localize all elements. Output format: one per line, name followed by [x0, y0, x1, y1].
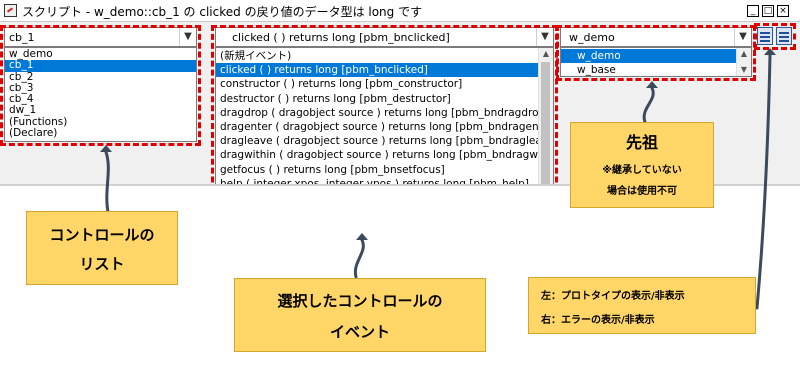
buttons-callout: 左：プロトタイプの表示/非表示 右：エラーの表示/非表示	[528, 277, 756, 334]
app-icon[interactable]	[4, 4, 17, 17]
controls-highlight-frame	[0, 25, 201, 146]
callout-text: イベント	[329, 323, 390, 341]
callout-note: ※継承していない	[602, 165, 682, 176]
callout-text: 右：エラーの表示/非表示	[541, 315, 655, 326]
close-icon[interactable]: ×	[777, 5, 789, 17]
title-bar: スクリプト - w_demo::cb_1 の clicked の戻り値のデータ型…	[0, 0, 800, 22]
controls-callout: コントロールの リスト	[26, 211, 178, 285]
minimize-icon[interactable]: _	[747, 5, 759, 17]
callout-text: リスト	[79, 255, 125, 273]
ancestor-callout: 先祖 ※継承していない 場合は使用不可	[570, 122, 714, 208]
buttons-highlight-frame	[754, 23, 796, 50]
callout-title: 先祖	[625, 133, 658, 152]
ancestor-highlight-frame	[556, 25, 756, 81]
callout-text: 選択したコントロールの	[277, 292, 443, 310]
maximize-icon[interactable]: □	[762, 5, 774, 17]
callout-text: 左：プロトタイプの表示/非表示	[541, 291, 685, 302]
events-callout: 選択したコントロールの イベント	[234, 278, 486, 352]
callout-text: コントロールの	[49, 226, 155, 244]
window-title: スクリプト - w_demo::cb_1 の clicked の戻り値のデータ型…	[22, 5, 423, 19]
callout-note: 場合は使用不可	[607, 186, 677, 197]
